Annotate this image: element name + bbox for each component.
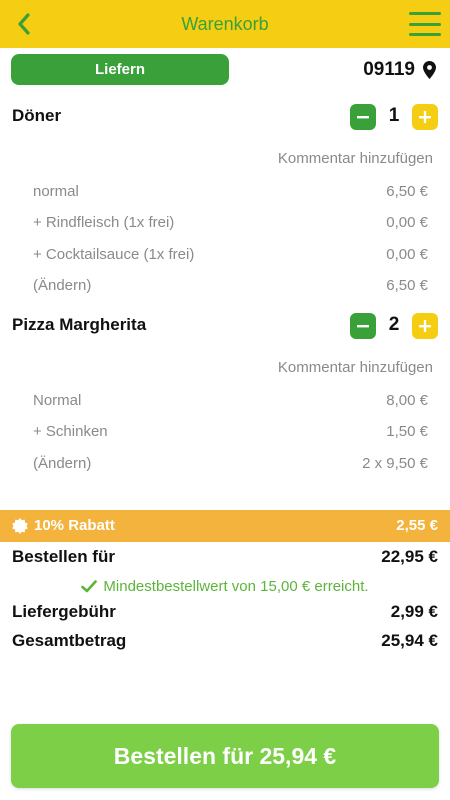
discount-bar: 10% Rabatt 2,55 € <box>0 510 450 542</box>
quantity-stepper: 2 <box>350 313 438 339</box>
item-line-price: 1,50 € <box>386 423 428 440</box>
item-line: (Ändern) 2 x 9,50 € <box>0 455 450 479</box>
subtotal-value: 22,95 € <box>381 547 438 566</box>
quantity-value: 1 <box>388 105 400 126</box>
minus-icon <box>357 325 369 328</box>
item-line: (Ändern) 6,50 € <box>0 277 450 301</box>
discount-label: 10% Rabatt <box>34 517 115 534</box>
discount-badge-icon <box>12 517 28 534</box>
checkmark-icon <box>81 579 98 592</box>
delivery-fee-row: Liefergebühr 2,99 € <box>0 600 450 626</box>
hamburger-menu-icon[interactable] <box>409 12 441 36</box>
page-title: Warenkorb <box>181 13 269 34</box>
add-comment-link[interactable]: Kommentar hinzufügen <box>278 150 433 167</box>
item-line: normal 6,50 € <box>0 183 450 207</box>
item-line: + Schinken 1,50 € <box>0 423 450 447</box>
item-line-price: 2 x 9,50 € <box>362 455 428 472</box>
cart-item-header: Pizza Margherita 2 <box>0 309 450 345</box>
item-line: + Cocktailsauce (1x frei) 0,00 € <box>0 246 450 270</box>
increase-quantity-button[interactable] <box>412 313 438 339</box>
minimum-order-note: Mindestbestellwert von 15,00 € erreicht. <box>0 575 450 597</box>
plus-icon <box>419 111 431 123</box>
cart-item-name: Döner <box>12 106 62 125</box>
delivery-mode-button[interactable]: Liefern <box>11 54 229 85</box>
item-line-label: + Schinken <box>33 423 108 440</box>
total-row: Gesamtbetrag 25,94 € <box>0 629 450 655</box>
subtotal-label: Bestellen für <box>12 547 115 566</box>
item-line-price: 6,50 € <box>386 183 428 200</box>
delivery-fee-label: Liefergebühr <box>12 602 116 621</box>
item-line-label: Normal <box>33 392 82 409</box>
postcode-selector[interactable]: 09119 <box>363 58 436 82</box>
item-line-price: 0,00 € <box>386 246 428 263</box>
item-line-label: + Cocktailsauce (1x frei) <box>33 246 195 263</box>
item-line-label: normal <box>33 183 79 200</box>
item-line: + Rindfleisch (1x frei) 0,00 € <box>0 214 450 238</box>
back-button[interactable] <box>10 10 38 38</box>
item-line-price: 6,50 € <box>386 277 428 294</box>
quantity-stepper: 1 <box>350 104 438 130</box>
subtotal-row: Bestellen für 22,95 € <box>0 545 450 571</box>
add-comment-link[interactable]: Kommentar hinzufügen <box>278 359 433 376</box>
total-value: 25,94 € <box>381 631 438 650</box>
increase-quantity-button[interactable] <box>412 104 438 130</box>
decrease-quantity-button[interactable] <box>350 313 376 339</box>
postcode-text: 09119 <box>363 59 415 80</box>
cart-item-name: Pizza Margherita <box>12 315 147 334</box>
app-header: Warenkorb <box>0 0 450 48</box>
delivery-bar: Liefern 09119 <box>0 48 450 92</box>
place-order-button[interactable]: Bestellen für 25,94 € <box>11 724 439 788</box>
chevron-left-icon <box>18 13 30 35</box>
quantity-value: 2 <box>388 314 400 335</box>
cart-item-header: Döner 1 <box>0 100 450 136</box>
item-line-price: 0,00 € <box>386 214 428 231</box>
edit-item-link[interactable]: (Ändern) <box>33 455 91 472</box>
location-pin-icon <box>423 61 436 79</box>
plus-icon <box>419 320 431 332</box>
minus-icon <box>357 116 369 119</box>
item-line: Normal 8,00 € <box>0 392 450 416</box>
total-label: Gesamtbetrag <box>12 631 127 650</box>
edit-item-link[interactable]: (Ändern) <box>33 277 91 294</box>
item-line-label: + Rindfleisch (1x frei) <box>33 214 175 231</box>
discount-amount: 2,55 € <box>396 517 438 534</box>
minimum-order-text: Mindestbestellwert von 15,00 € erreicht. <box>103 577 369 595</box>
delivery-fee-value: 2,99 € <box>390 602 438 621</box>
decrease-quantity-button[interactable] <box>350 104 376 130</box>
item-line-price: 8,00 € <box>386 392 428 409</box>
